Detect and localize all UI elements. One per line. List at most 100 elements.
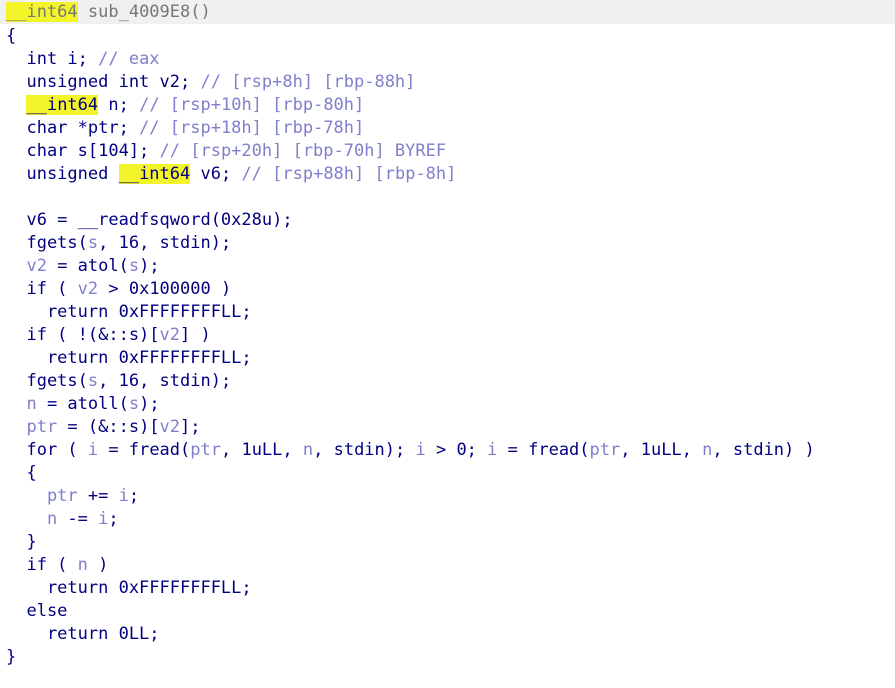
var-ptr[interactable]: ptr <box>6 417 57 437</box>
code-line-if-n[interactable]: if ( n ) <box>6 554 108 577</box>
code-line-for-fread[interactable]: for ( i = fread(ptr, 1uLL, n, stdin); i … <box>6 439 815 462</box>
op-minus-assign: -= <box>57 509 99 529</box>
stmt-return-error: return 0xFFFFFFFFLL; <box>6 302 252 322</box>
type-highlight-int64[interactable]: __int64 <box>26 95 99 115</box>
stmt-fgets-args: , 16, stdin); <box>98 233 232 253</box>
code-line-for-close-brace[interactable]: } <box>6 531 37 554</box>
decl-v6-prefix: unsigned <box>6 164 119 184</box>
type-highlight-int64[interactable]: __int64 <box>118 164 191 184</box>
close-brace: } <box>6 532 37 552</box>
open-brace: { <box>6 26 17 46</box>
code-line-return-zero[interactable]: return 0LL; <box>6 623 160 646</box>
code-line-fgets-1[interactable]: fgets(s, 16, stdin); <box>6 232 231 255</box>
code-line-if-v2-limit[interactable]: if ( v2 > 0x100000 ) <box>6 278 231 301</box>
var-i[interactable]: i <box>119 486 129 506</box>
stmt-fgets: fgets( <box>6 371 88 391</box>
code-line-decl-i[interactable]: int i; // eax <box>6 48 160 71</box>
var-v2[interactable]: v2 <box>160 325 180 345</box>
var-s[interactable]: s <box>88 371 98 391</box>
var-n[interactable]: n <box>303 440 313 460</box>
var-v2[interactable]: v2 <box>78 279 98 299</box>
var-v2[interactable]: v2 <box>6 256 46 276</box>
var-i[interactable]: i <box>98 509 108 529</box>
code-line-else[interactable]: else <box>6 600 67 623</box>
var-v2[interactable]: v2 <box>160 417 180 437</box>
stmt-end: ; <box>128 486 140 506</box>
comment-n: // [rsp+10h] [rbp-80h] <box>139 95 365 115</box>
arg-size: , 1uLL, <box>220 440 303 460</box>
stmt-atoll: = atoll( <box>36 394 129 414</box>
comment-v6: // [rsp+88h] [rbp-8h] <box>241 164 457 184</box>
var-ptr[interactable]: ptr <box>190 440 221 460</box>
kw-if: if ( <box>6 279 78 299</box>
code-line-decl-n[interactable]: __int64 n; // [rsp+10h] [rbp-80h] <box>6 94 364 117</box>
var-ptr[interactable]: ptr <box>590 440 621 460</box>
decl-v6: v6; <box>190 164 242 184</box>
decl-ptr: char *ptr; <box>6 118 140 138</box>
code-line-close-brace[interactable]: } <box>6 646 16 669</box>
stmt-ptr-assign: = (&::s)[ <box>57 417 160 437</box>
code-line-decl-s[interactable]: char s[104]; // [rsp+20h] [rbp-70h] BYRE… <box>6 140 446 163</box>
var-ptr[interactable]: ptr <box>6 486 78 506</box>
op-plus-assign: += <box>77 486 119 506</box>
arg-size: , 1uLL, <box>620 440 703 460</box>
pseudocode-view[interactable]: __int64 sub_4009E8() { int i; // eax uns… <box>0 0 895 688</box>
signature-function-name[interactable]: sub_4009E8() <box>78 2 211 22</box>
decl-n: n; <box>98 95 140 115</box>
var-s[interactable]: s <box>129 256 139 276</box>
code-line-return-error-1[interactable]: return 0xFFFFFFFFLL; <box>6 301 252 324</box>
code-line-decl-v2[interactable]: unsigned int v2; // [rsp+8h] [rbp-88h] <box>6 71 415 94</box>
var-n[interactable]: n <box>6 394 36 414</box>
kw-for: for ( <box>6 440 88 460</box>
code-line-ptr-increment[interactable]: ptr += i; <box>6 485 139 508</box>
var-i[interactable]: i <box>88 440 98 460</box>
var-i[interactable]: i <box>415 440 425 460</box>
code-line-return-error-3[interactable]: return 0xFFFFFFFFLL; <box>6 577 252 600</box>
stmt-fgets: fgets( <box>6 233 88 253</box>
function-signature[interactable]: __int64 sub_4009E8() <box>6 1 211 24</box>
code-line-for-open-brace[interactable]: { <box>6 462 36 485</box>
stmt-readfsqword: v6 = __readfsqword(0x28u); <box>6 210 293 230</box>
code-line-atol[interactable]: v2 = atol(s); <box>6 255 160 278</box>
var-s[interactable]: s <box>129 394 139 414</box>
code-line-decl-v6[interactable]: unsigned __int64 v6; // [rsp+88h] [rbp-8… <box>6 163 456 186</box>
arg-stdin: , stdin); <box>313 440 416 460</box>
code-line-readfsqword[interactable]: v6 = __readfsqword(0x28u); <box>6 209 293 232</box>
var-n[interactable]: n <box>6 509 57 529</box>
cond-end: ) <box>87 555 109 575</box>
stmt-end: ); <box>139 256 160 276</box>
code-line-decl-ptr[interactable]: char *ptr; // [rsp+18h] [rbp-78h] <box>6 117 364 140</box>
close-brace: } <box>6 647 17 667</box>
call-fread: = fread( <box>497 440 590 460</box>
decl-s: char s[104]; <box>6 141 160 161</box>
cond-end: ] ) <box>180 325 211 345</box>
stmt-end: ); <box>139 394 160 414</box>
comment-ptr: // [rsp+18h] [rbp-78h] <box>139 118 365 138</box>
stmt-fgets-args: , 16, stdin); <box>98 371 232 391</box>
stmt-atol: = atol( <box>46 256 129 276</box>
stmt-return-error: return 0xFFFFFFFFLL; <box>6 348 252 368</box>
kw-if: if ( <box>6 555 78 575</box>
decl-i: int i; <box>6 49 99 69</box>
var-s[interactable]: s <box>88 233 98 253</box>
cond-s-index: if ( !(&::s)[ <box>6 325 160 345</box>
code-line-open-brace[interactable]: { <box>6 25 16 48</box>
signature-return-type[interactable]: __int64 <box>6 2 78 22</box>
decl-v2: unsigned int v2; <box>6 72 201 92</box>
var-n[interactable]: n <box>78 555 88 575</box>
code-line-return-error-2[interactable]: return 0xFFFFFFFFLL; <box>6 347 252 370</box>
comment-i: // eax <box>98 49 160 69</box>
arg-stdin-end: , stdin) ) <box>712 440 815 460</box>
code-line-n-decrement[interactable]: n -= i; <box>6 508 119 531</box>
code-line-atoll[interactable]: n = atoll(s); <box>6 393 160 416</box>
stmt-return-zero: return 0LL; <box>6 624 160 644</box>
comment-s: // [rsp+20h] [rbp-70h] BYREF <box>159 141 447 161</box>
code-line-fgets-2[interactable]: fgets(s, 16, stdin); <box>6 370 231 393</box>
code-line-if-s-index[interactable]: if ( !(&::s)[v2] ) <box>6 324 211 347</box>
var-i[interactable]: i <box>487 440 497 460</box>
stmt-end: ]; <box>180 417 201 437</box>
var-n[interactable]: n <box>702 440 712 460</box>
code-line-ptr-assign[interactable]: ptr = (&::s)[v2]; <box>6 416 201 439</box>
comment-v2: // [rsp+8h] [rbp-88h] <box>200 72 416 92</box>
